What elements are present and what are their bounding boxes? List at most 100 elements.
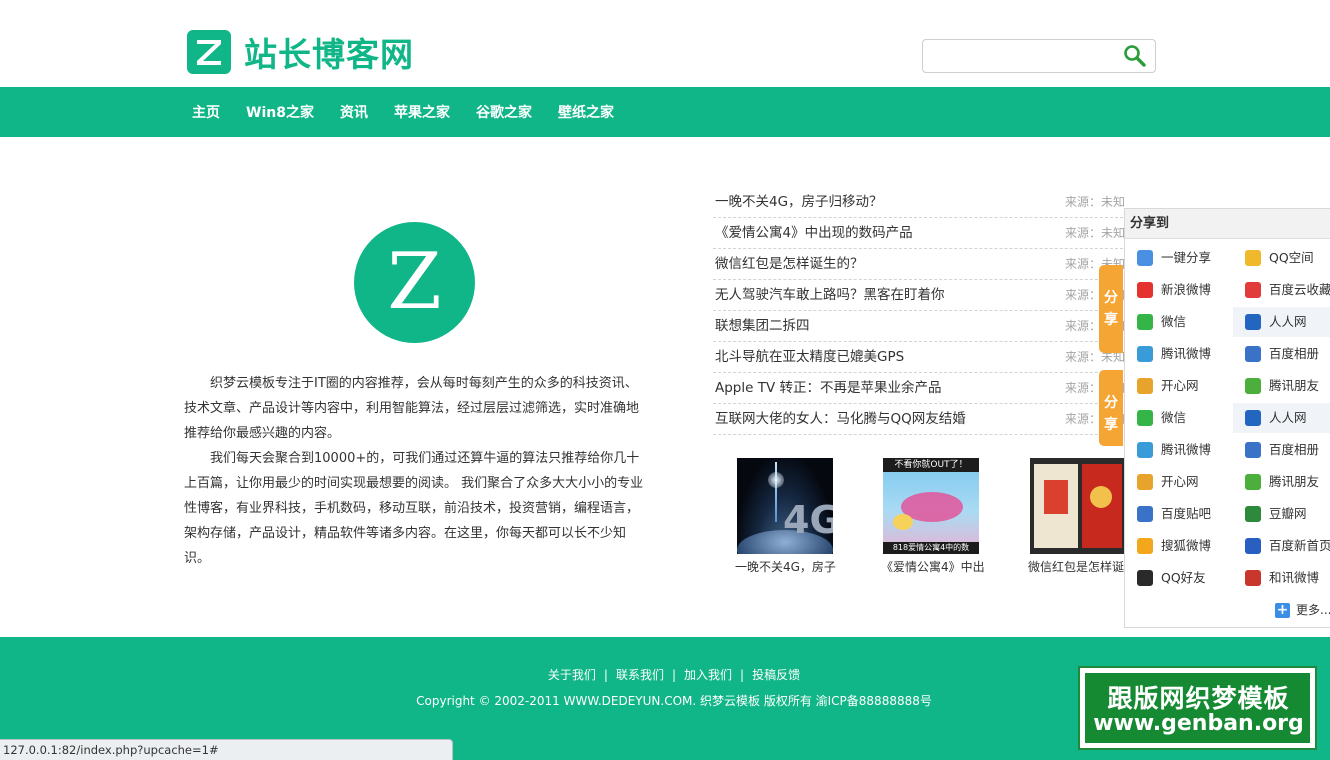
news-title-link[interactable]: 互联网大佬的女人：马化腾与QQ网友结婚: [715, 404, 966, 434]
hexun-weibo-icon: [1245, 570, 1261, 586]
news-item[interactable]: 互联网大佬的女人：马化腾与QQ网友结婚 来源：未知: [713, 404, 1125, 435]
thumb-item[interactable]: 微信红包是怎样诞: [1028, 458, 1128, 575]
share-item-label: 微信: [1161, 410, 1187, 425]
thumb-item[interactable]: 4G 一晚不关4G，房子: [735, 458, 836, 575]
footer-link[interactable]: 关于我们: [548, 668, 596, 682]
share-item-label: 百度新首页: [1269, 538, 1330, 553]
share-panel: 分享到 一键分享 QQ空间 新浪微博 百度云收藏 微信 人人网 腾讯微博 百度相册 开心网 腾讯朋…: [1124, 208, 1330, 628]
nav-item[interactable]: 主页: [179, 102, 233, 122]
news-item[interactable]: 无人驾驶汽车敢上路吗？黑客在盯着你 来源：未知: [713, 280, 1125, 311]
site-title: 站长博客网: [244, 35, 414, 74]
share-item-label: 百度贴吧: [1161, 506, 1212, 521]
news-item[interactable]: 一晚不关4G，房子归移动？ 来源：未知: [713, 187, 1126, 218]
share-tab[interactable]: 分享: [1099, 265, 1123, 353]
share-item[interactable]: 腾讯朋友: [1233, 467, 1330, 497]
renren-icon: [1245, 410, 1261, 426]
thumb-image-text: 不看你就OUT了！: [883, 458, 979, 472]
site-header: 站长博客网: [0, 0, 1330, 87]
share-item-label: 百度云收藏: [1269, 282, 1330, 297]
nav-item[interactable]: 资讯: [327, 102, 381, 122]
thumb-item[interactable]: 不看你就OUT了！ 818爱情公寓4中的数 《爱情公寓4》中出: [881, 458, 985, 575]
about-logo: Z: [354, 222, 475, 343]
thumb-image-4g[interactable]: 4G: [737, 458, 833, 554]
share-item[interactable]: 腾讯微博: [1125, 435, 1229, 465]
share-item-label: 和讯微博: [1269, 570, 1320, 585]
search-button[interactable]: [1123, 44, 1147, 68]
share-item[interactable]: QQ好友: [1125, 563, 1229, 593]
share-item-label: 开心网: [1161, 474, 1199, 489]
share-item[interactable]: 腾讯朋友: [1233, 371, 1330, 401]
share-item[interactable]: 新浪微博: [1125, 275, 1229, 305]
footer-separator: |: [740, 668, 745, 682]
baidu-album-icon: [1245, 442, 1261, 458]
share-item-label: 人人网: [1269, 410, 1307, 425]
news-item[interactable]: 《爱情公寓4》中出现的数码产品 来源：未知: [713, 218, 1125, 249]
share-item[interactable]: 开心网: [1125, 467, 1229, 497]
share-item[interactable]: 百度相册: [1233, 435, 1330, 465]
footer-link[interactable]: 联系我们: [616, 668, 664, 682]
news-title-link[interactable]: 《爱情公寓4》中出现的数码产品: [715, 218, 913, 248]
news-title-link[interactable]: 微信红包是怎样诞生的？: [715, 249, 864, 279]
baidu-tieba-icon: [1137, 506, 1153, 522]
share-item[interactable]: QQ空间: [1233, 243, 1330, 273]
share-item-label: QQ空间: [1269, 250, 1314, 265]
watermark-inner: 跟版网织梦模板 www.genban.org: [1084, 672, 1311, 744]
renren-icon: [1245, 314, 1261, 330]
news-title-link[interactable]: 北斗导航在亚太精度已媲美GPS: [715, 342, 904, 372]
news-source: 来源：未知: [1065, 195, 1126, 209]
share-tab[interactable]: 分享: [1099, 370, 1123, 446]
nav-item[interactable]: 壁纸之家: [545, 102, 627, 122]
share-item-label: 百度相册: [1269, 346, 1320, 361]
share-item[interactable]: 豆瓣网: [1233, 499, 1330, 529]
share-item[interactable]: 百度新首页: [1233, 531, 1330, 561]
share-item[interactable]: 一键分享: [1125, 243, 1229, 273]
share-item[interactable]: 和讯微博: [1233, 563, 1330, 593]
share-item[interactable]: 百度云收藏: [1233, 275, 1330, 305]
tencent-friend-icon: [1245, 474, 1261, 490]
news-item[interactable]: 微信红包是怎样诞生的？ 来源：未知: [713, 249, 1125, 280]
share-item-label: 人人网: [1269, 314, 1307, 329]
thumb-image-aiqing[interactable]: 不看你就OUT了！ 818爱情公寓4中的数: [883, 458, 979, 554]
footer-link[interactable]: 投稿反馈: [752, 668, 800, 682]
news-title-link[interactable]: Apple TV 转正：不再是苹果业余产品: [715, 373, 942, 403]
share-item[interactable]: 微信: [1125, 307, 1229, 337]
news-item[interactable]: 联想集团二拆四 来源：未知: [713, 311, 1125, 342]
share-item-label: 百度相册: [1269, 442, 1320, 457]
share-item[interactable]: 微信: [1125, 403, 1229, 433]
sina-weibo-icon: [1137, 282, 1153, 298]
wechat-icon: [1137, 410, 1153, 426]
news-title-link[interactable]: 联想集团二拆四: [715, 311, 810, 341]
share-more-button[interactable]: + 更多...: [1275, 601, 1330, 618]
footer-link[interactable]: 加入我们: [684, 668, 732, 682]
nav-item[interactable]: Win8之家: [233, 102, 327, 122]
share-tab-label: 分享: [1104, 395, 1118, 433]
nav-item[interactable]: 谷歌之家: [463, 102, 545, 122]
share-item-label: 腾讯朋友: [1269, 378, 1320, 393]
search-input[interactable]: [929, 45, 1119, 67]
nav-item[interactable]: 苹果之家: [381, 102, 463, 122]
share-item-label: 腾讯微博: [1161, 442, 1212, 457]
thumb-image-text: 4G: [783, 498, 833, 542]
search-box: [922, 39, 1156, 73]
wechat-icon: [1137, 314, 1153, 330]
news-title-link[interactable]: 一晚不关4G，房子归移动？: [715, 187, 883, 217]
news-item[interactable]: 北斗导航在亚太精度已媲美GPS 来源：未知: [713, 342, 1125, 373]
baidu-home-icon: [1245, 538, 1261, 554]
main-nav: 主页 Win8之家 资讯 苹果之家 谷歌之家 壁纸之家: [0, 87, 1330, 137]
thumb-image-subtext: 818爱情公寓4中的数: [883, 542, 979, 554]
news-item[interactable]: Apple TV 转正：不再是苹果业余产品 来源：未知: [713, 373, 1125, 404]
share-item[interactable]: 百度相册: [1233, 339, 1330, 369]
about-text: 织梦云模板专注于IT圈的内容推荐，会从每时每刻产生的众多的科技资讯、技术文章、产…: [184, 371, 650, 571]
share-item[interactable]: 腾讯微博: [1125, 339, 1229, 369]
share-item[interactable]: 搜狐微博: [1125, 531, 1229, 561]
site-logo[interactable]: 站长博客网: [187, 30, 414, 74]
about-paragraph: 织梦云模板专注于IT圈的内容推荐，会从每时每刻产生的众多的科技资讯、技术文章、产…: [184, 376, 640, 441]
share-item[interactable]: 开心网: [1125, 371, 1229, 401]
share-tab-label: 分享: [1104, 290, 1118, 328]
thumb-image-hongbao[interactable]: [1030, 458, 1126, 554]
news-title-link[interactable]: 无人驾驶汽车敢上路吗？黑客在盯着你: [715, 280, 945, 310]
share-item[interactable]: 人人网: [1233, 307, 1330, 337]
about-paragraph: 我们每天会聚合到10000+的，可我们通过还算牛逼的算法只推荐给你几十上百篇，让…: [184, 451, 644, 566]
share-item[interactable]: 百度贴吧: [1125, 499, 1229, 529]
share-item[interactable]: 人人网: [1233, 403, 1330, 433]
